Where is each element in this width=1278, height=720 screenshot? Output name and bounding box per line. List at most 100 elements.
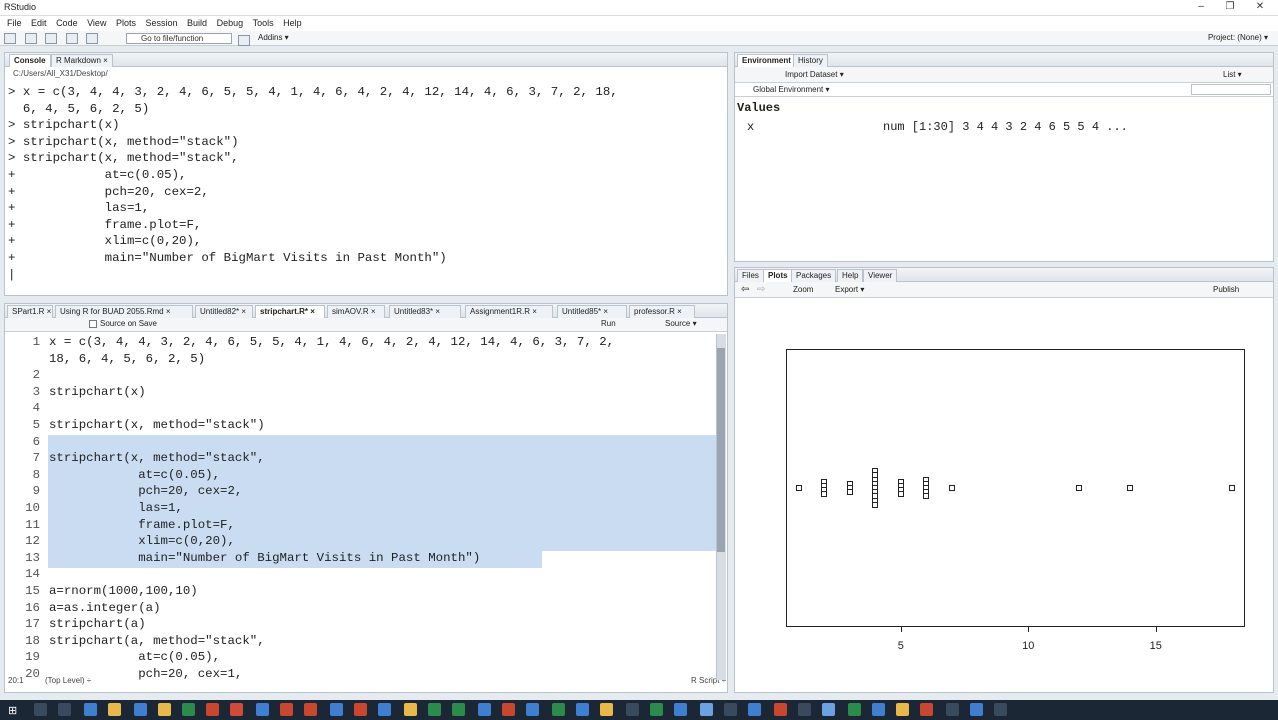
taskbar-app-icon[interactable] [576, 703, 589, 716]
tab-untitled85[interactable]: Untitled85* × [557, 305, 627, 318]
open-project-icon[interactable] [24, 33, 37, 44]
tab-untitled82[interactable]: Untitled82* × [195, 305, 253, 318]
tab-help[interactable]: Help [837, 269, 864, 282]
taskbar-app-icon[interactable] [970, 703, 983, 716]
tab-spart1[interactable]: SPart1.R × [7, 305, 53, 318]
projects-menu[interactable]: Project: (None) ▾ [1208, 33, 1268, 42]
taskbar-app-icon[interactable] [700, 703, 713, 716]
menu-edit[interactable]: Edit [31, 16, 47, 30]
code-editor[interactable]: x = c(3, 4, 4, 3, 2, 4, 6, 5, 5, 4, 1, 4… [49, 334, 614, 682]
taskbar-app-icon[interactable] [378, 703, 391, 716]
forward-arrow-icon[interactable]: ⇨ [757, 284, 765, 295]
tab-simaov[interactable]: simAOV.R × [327, 305, 385, 318]
taskbar-app-icon[interactable] [994, 703, 1007, 716]
taskbar-app-icon[interactable] [674, 703, 687, 716]
taskbar-app-icon[interactable] [256, 703, 269, 716]
tab-assignment1[interactable]: Assignment1R.R × [465, 305, 553, 318]
tab-history[interactable]: History [793, 54, 828, 67]
taskbar-app-icon[interactable] [84, 703, 97, 716]
tab-files[interactable]: Files [737, 269, 764, 282]
taskbar-app-icon[interactable] [872, 703, 885, 716]
taskbar-app-icon[interactable] [182, 703, 195, 716]
taskbar-app-icon[interactable] [552, 703, 565, 716]
new-file-icon[interactable] [4, 33, 16, 44]
taskbar-app-icon[interactable] [304, 703, 317, 716]
taskbar-app-icon[interactable] [134, 703, 147, 716]
close-button[interactable]: ✕ [1251, 1, 1269, 15]
taskbar-app-icon[interactable] [650, 703, 663, 716]
global-environment-dropdown[interactable]: Global Environment ▾ [753, 85, 830, 94]
menu-build[interactable]: Build [187, 16, 207, 30]
addins-menu[interactable]: Addins ▾ [258, 33, 289, 42]
goto-file-input[interactable]: Go to file/function [126, 33, 232, 44]
search-icon[interactable] [34, 703, 47, 716]
taskbar-app-icon[interactable] [748, 703, 761, 716]
tab-console[interactable]: Console [9, 54, 51, 67]
menu-code[interactable]: Code [56, 16, 78, 30]
list-view-toggle[interactable]: List ▾ [1223, 70, 1242, 79]
taskbar-app-icon[interactable] [230, 703, 243, 716]
task-view-icon[interactable] [58, 703, 71, 716]
environment-tabstrip: Environment History [735, 53, 1273, 67]
menu-help[interactable]: Help [283, 16, 302, 30]
taskbar-app-icon[interactable] [428, 703, 441, 716]
menu-debug[interactable]: Debug [217, 16, 244, 30]
export-button[interactable]: Export ▾ [835, 285, 864, 294]
taskbar-app-icon[interactable] [600, 703, 613, 716]
taskbar-app-icon[interactable] [774, 703, 787, 716]
source-on-save-checkbox[interactable] [89, 320, 97, 328]
menu-tools[interactable]: Tools [253, 16, 274, 30]
zoom-button[interactable]: Zoom [793, 285, 813, 294]
taskbar-app-icon[interactable] [158, 703, 171, 716]
tab-packages[interactable]: Packages [791, 269, 837, 282]
taskbar-app-icon[interactable] [404, 703, 417, 716]
console-output[interactable]: > x = c(3, 4, 4, 3, 2, 4, 6, 5, 5, 4, 1,… [8, 84, 726, 283]
tab-using-r[interactable]: Using R for BUAD 2055.Rmd × [55, 305, 193, 318]
taskbar-app-icon[interactable] [478, 703, 491, 716]
save-icon[interactable] [45, 33, 58, 44]
maximize-button[interactable]: ❐ [1221, 1, 1239, 15]
taskbar-app-icon[interactable] [896, 703, 909, 716]
tab-stripchart[interactable]: stripchart.R* × [255, 305, 325, 318]
tab-environment[interactable]: Environment [737, 54, 796, 67]
data-point [1229, 485, 1236, 491]
source-button[interactable]: Source ▾ [665, 319, 697, 328]
menu-plots[interactable]: Plots [116, 16, 136, 30]
tab-r-markdown[interactable]: R Markdown × [51, 54, 113, 67]
taskbar-app-icon[interactable] [452, 703, 465, 716]
back-arrow-icon[interactable]: ⇦ [741, 284, 749, 295]
run-button[interactable]: Run [601, 319, 616, 328]
taskbar-app-icon[interactable] [626, 703, 639, 716]
grid-icon[interactable] [238, 35, 250, 46]
taskbar-app-icon[interactable] [920, 703, 933, 716]
tab-untitled83[interactable]: Untitled83* × [389, 305, 461, 318]
import-dataset-button[interactable]: Import Dataset ▾ [785, 70, 844, 79]
taskbar-app-icon[interactable] [848, 703, 861, 716]
taskbar-app-icon[interactable] [206, 703, 219, 716]
taskbar-app-icon[interactable] [330, 703, 343, 716]
tab-professor[interactable]: professor.R × [629, 305, 695, 318]
taskbar-app-icon[interactable] [354, 703, 367, 716]
taskbar-app-icon[interactable] [822, 703, 835, 716]
file-explorer-icon[interactable] [108, 703, 121, 716]
publish-button[interactable]: Publish [1213, 285, 1239, 294]
minimize-button[interactable]: – [1192, 1, 1210, 15]
save-all-icon[interactable] [65, 33, 78, 44]
menu-view[interactable]: View [87, 16, 106, 30]
tab-viewer[interactable]: Viewer [863, 269, 898, 282]
variable-name[interactable]: x [747, 120, 754, 134]
taskbar-app-icon[interactable] [502, 703, 515, 716]
menu-file[interactable]: File [7, 16, 22, 30]
tab-plots[interactable]: Plots [763, 269, 793, 282]
taskbar-app-icon[interactable] [724, 703, 737, 716]
taskbar-app-icon[interactable] [798, 703, 811, 716]
print-icon[interactable] [86, 33, 99, 44]
line-number: 11 [25, 517, 40, 532]
windows-start-icon[interactable]: ⊞ [8, 704, 17, 717]
taskbar-app-icon[interactable] [946, 703, 959, 716]
taskbar-app-icon[interactable] [280, 703, 293, 716]
editor-scroll-thumb[interactable] [717, 348, 725, 552]
environment-search-input[interactable] [1191, 84, 1271, 95]
menu-session[interactable]: Session [146, 16, 178, 30]
rstudio-taskbar-icon[interactable] [526, 703, 539, 716]
